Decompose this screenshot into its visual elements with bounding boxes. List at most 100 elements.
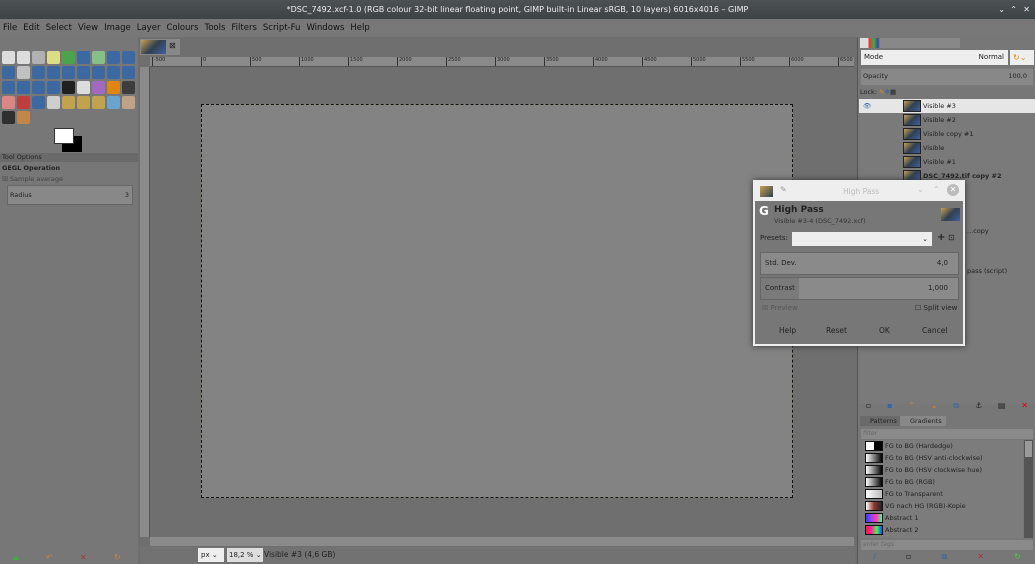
tool-button[interactable] [17,51,30,64]
tool-button[interactable] [122,51,135,64]
tool-button[interactable] [47,51,60,64]
opacity-slider[interactable]: Opacity 100,0 [861,69,1033,85]
mode-select[interactable]: Mode Normal [861,50,1008,65]
close-button[interactable]: ✕ [1023,0,1030,19]
radius-spinner[interactable]: Radius 3 [7,185,133,205]
duplicate-gradient-icon[interactable]: ⧉ [941,552,947,564]
tool-button[interactable] [62,51,75,64]
gradient-scrollbar[interactable] [1024,440,1033,538]
tool-button[interactable] [107,81,120,94]
menu-file[interactable]: File [3,23,17,33]
std-dev-spinner[interactable]: Std. Dev. 4,0 [760,252,959,275]
delete-layer-icon[interactable]: ✕ [1021,401,1028,413]
menu-colours[interactable]: Colours [166,23,198,33]
vertical-ruler[interactable] [140,67,150,537]
gradient-item[interactable]: FG to BG (Hardedge) [861,440,1023,452]
delete-icon[interactable]: ✕ [80,553,87,562]
help-button[interactable]: Help [779,326,796,335]
menu-help[interactable]: Help [350,23,369,33]
tool-button[interactable] [62,96,75,109]
tool-button[interactable] [92,96,105,109]
preview-checkbox[interactable]: ☒ Preview [762,304,798,312]
composite-mode-button[interactable]: ↻⌄ [1010,50,1034,65]
menu-windows[interactable]: Windows [306,23,344,33]
tool-button[interactable] [122,66,135,79]
manage-presets-icon[interactable]: ⊡ [948,233,955,242]
close-tab-icon[interactable]: ⊠ [169,41,176,50]
menu-filters[interactable]: Filters [231,23,256,33]
gradient-list[interactable]: FG to BG (Hardedge) FG to BG (HSV anti-cl… [861,440,1023,538]
layer-row[interactable]: 👁 Visible #3 [859,99,1035,113]
gradient-item[interactable]: Abstract 2 [861,524,1023,536]
add-preset-icon[interactable]: + [937,232,945,243]
gradient-item[interactable]: Abstract 1 [861,512,1023,524]
tool-button[interactable] [17,96,30,109]
gradient-item[interactable]: FG to BG (HSV anti-clockwise) [861,452,1023,464]
pin-icon[interactable]: ✎ [780,185,787,194]
presets-select[interactable]: ⌄ [792,232,932,246]
menu-image[interactable]: Image [104,23,131,33]
tool-button[interactable] [2,111,15,124]
gradient-item[interactable]: FG to BG (RGB) [861,476,1023,488]
tool-button[interactable] [32,96,45,109]
ok-button[interactable]: OK [879,326,890,335]
menu-layer[interactable]: Layer [137,23,161,33]
tool-button[interactable] [92,81,105,94]
tool-button[interactable] [122,96,135,109]
edit-gradient-icon[interactable]: / [873,552,876,564]
minimize-button[interactable]: ⌄ [998,0,1005,19]
sample-average-checkbox[interactable]: ☒ Sample average [2,175,63,183]
gradient-item[interactable]: FG to Transparent [861,488,1023,500]
tool-button[interactable] [17,111,30,124]
tool-button[interactable] [32,51,45,64]
mask-icon[interactable]: ▤ [998,401,1006,413]
reset-button[interactable]: Reset [826,326,847,335]
menu-script-fu[interactable]: Script-Fu [263,23,301,33]
tool-button[interactable] [77,96,90,109]
image-tab[interactable]: ⊠ [140,39,180,55]
tool-button[interactable] [2,81,15,94]
tags-input[interactable]: enter tags [861,540,1033,550]
tool-button[interactable] [77,81,90,94]
menu-tools[interactable]: Tools [204,23,225,33]
maximize-button[interactable]: ⌃ [1010,0,1017,19]
menu-select[interactable]: Select [46,23,72,33]
lower-layer-icon[interactable]: ⌄ [931,401,938,413]
tool-button[interactable] [62,66,75,79]
dialog-maximize[interactable]: ⌃ [933,185,940,194]
tool-button[interactable] [2,66,15,79]
zoom-select[interactable]: 18,2 % ⌄ [227,548,263,562]
cancel-button[interactable]: Cancel [922,326,947,335]
tool-button[interactable] [122,81,135,94]
unit-select[interactable]: px ⌄ [198,548,224,562]
horizontal-scrollbar[interactable] [150,537,854,546]
tab-gradients[interactable]: Gradients [900,416,946,426]
new-group-icon[interactable]: ▪ [887,401,892,413]
tool-button[interactable] [2,51,15,64]
tool-button[interactable] [77,66,90,79]
contrast-spinner[interactable]: Contrast 1,000 [760,277,959,300]
tool-options-tab[interactable]: Tool Options [0,153,138,162]
reset-icon[interactable]: ↻ [114,553,121,562]
layer-row[interactable]: Visible #2 [859,113,1035,127]
tool-button[interactable] [47,66,60,79]
refresh-icon[interactable]: ↻ [1014,552,1021,564]
tool-button[interactable] [2,96,15,109]
tool-button[interactable] [92,66,105,79]
layer-row[interactable]: Visible #1 [859,155,1035,169]
foreground-color[interactable] [54,128,74,144]
save-options-icon[interactable]: ⏏ [12,553,20,562]
tool-button[interactable] [107,66,120,79]
image-canvas[interactable] [201,104,793,498]
gradient-item[interactable]: FG to BG (HSV clockwise hue) [861,464,1023,476]
menu-view[interactable]: View [78,23,98,33]
split-view-checkbox[interactable]: ☐ Split view [915,304,957,312]
tool-button[interactable] [17,66,30,79]
filter-input[interactable]: filter [861,429,1033,439]
raise-layer-icon[interactable]: ⌃ [908,401,915,413]
new-gradient-icon[interactable]: ▫ [906,552,911,564]
tool-button[interactable] [107,51,120,64]
dialog-close[interactable]: ✕ [947,184,959,196]
duplicate-layer-icon[interactable]: ⧉ [953,401,959,413]
gradient-item[interactable]: VG nach HG (RGB)-Kopie [861,500,1023,512]
